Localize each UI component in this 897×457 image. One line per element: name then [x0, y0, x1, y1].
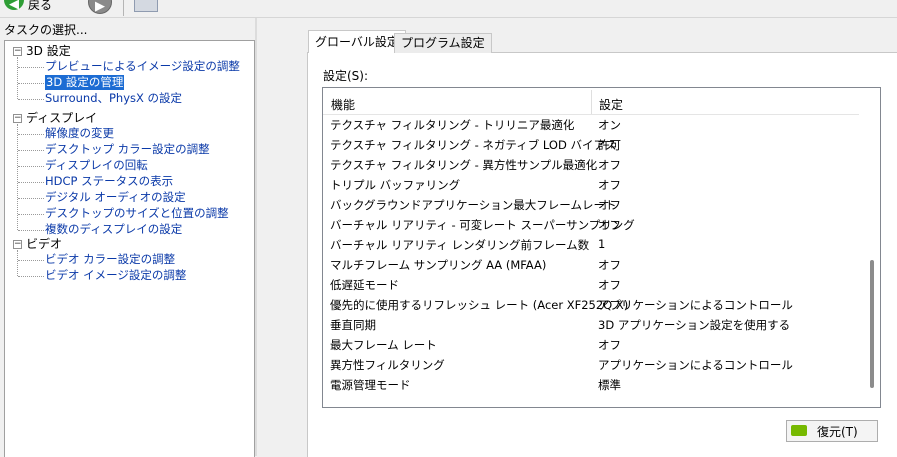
- back-button-label[interactable]: 戻る: [28, 0, 52, 13]
- settings-row[interactable]: 電源管理モード 標準: [323, 375, 859, 395]
- feature-cell: テクスチャ フィルタリング - 異方性サンプル最適化: [330, 158, 598, 172]
- task-select-title: タスクの選択...: [4, 23, 88, 37]
- tree-connector: [18, 150, 44, 151]
- tree-connector: [18, 260, 44, 261]
- tree-connector: [18, 214, 44, 215]
- setting-value-cell[interactable]: オフ: [598, 257, 621, 273]
- feature-cell: 優先的に使用するリフレッシュ レート (Acer XF252Q X): [330, 298, 629, 312]
- restore-button-label: 復元(T): [817, 425, 858, 439]
- setting-value-cell[interactable]: アプリケーションによるコントロール: [598, 357, 793, 373]
- feature-cell: テクスチャ フィルタリング - ネガティブ LOD バイアス: [330, 138, 617, 152]
- tree-expander-icon[interactable]: −: [13, 47, 22, 56]
- feature-cell: バックグラウンドアプリケーション最大フレームレート: [330, 198, 617, 212]
- scrollbar-thumb[interactable]: [870, 260, 874, 388]
- setting-value-cell[interactable]: オフ: [598, 337, 621, 353]
- settings-row[interactable]: テクスチャ フィルタリング - トリリニア最適化 オン: [323, 115, 859, 135]
- toolbar-separator: [123, 0, 124, 16]
- tree-category[interactable]: 3D 設定: [26, 43, 71, 59]
- tree-connector: [18, 182, 44, 183]
- tree-connector: [17, 57, 18, 99]
- tree-connector: [17, 250, 18, 276]
- settings-row[interactable]: マルチフレーム サンプリング AA (MFAA) オフ: [323, 255, 859, 275]
- settings-row[interactable]: 最大フレーム レート オフ: [323, 335, 859, 355]
- settings-row[interactable]: テクスチャ フィルタリング - 異方性サンプル最適化 オフ: [323, 155, 859, 175]
- tree-connector: [18, 83, 44, 84]
- tree-item[interactable]: HDCP ステータスの表示: [45, 174, 173, 189]
- tree-connector: [18, 67, 44, 68]
- setting-value-cell[interactable]: オン: [598, 117, 621, 133]
- feature-cell: 最大フレーム レート: [330, 338, 437, 352]
- setting-value-cell[interactable]: アプリケーションによるコントロール: [598, 297, 793, 313]
- settings-row[interactable]: テクスチャ フィルタリング - ネガティブ LOD バイアス 許可: [323, 135, 859, 155]
- column-header-setting[interactable]: 設定: [599, 96, 623, 113]
- settings-row[interactable]: 低遅延モード オフ: [323, 275, 859, 295]
- tab-program-settings[interactable]: プログラム設定: [394, 33, 492, 53]
- setting-value-cell[interactable]: オフ: [598, 157, 621, 173]
- tree-item[interactable]: ビデオ イメージ設定の調整: [45, 268, 186, 283]
- tree-item[interactable]: 解像度の変更: [45, 126, 114, 141]
- tree-item[interactable]: ビデオ カラー設定の調整: [45, 252, 175, 267]
- settings-row[interactable]: バーチャル リアリティ - 可変レート スーパーサンプリング オフ: [323, 215, 859, 235]
- tree-item[interactable]: ディスプレイの回転: [45, 158, 148, 173]
- settings-list[interactable]: 機能 設定 テクスチャ フィルタリング - トリリニア最適化 オン テクスチャ フィ…: [322, 87, 881, 408]
- splitter[interactable]: [255, 18, 257, 456]
- task-tree: −3D 設定 プレビューによるイメージ設定の調整 3D 設定の管理 Surround、…: [4, 40, 255, 457]
- settings-row[interactable]: 異方性フィルタリング アプリケーションによるコントロール: [323, 355, 859, 375]
- home-icon[interactable]: [134, 0, 158, 12]
- column-header-feature[interactable]: 機能: [331, 96, 355, 113]
- toolbar: ◀ 戻る ▶: [0, 0, 897, 18]
- feature-cell: 電源管理モード: [330, 378, 411, 392]
- tree-category[interactable]: ビデオ: [26, 236, 62, 252]
- setting-value-cell[interactable]: 標準: [598, 377, 621, 393]
- setting-value-cell[interactable]: 3D アプリケーション設定を使用する: [598, 317, 790, 333]
- setting-value-cell[interactable]: 1: [598, 237, 605, 251]
- column-splitter[interactable]: [591, 90, 592, 114]
- tree-expander-icon[interactable]: −: [13, 114, 22, 123]
- feature-cell: 垂直同期: [330, 318, 376, 332]
- setting-value-cell[interactable]: オフ: [598, 177, 621, 193]
- setting-value-cell[interactable]: 許可: [598, 137, 621, 153]
- tree-item[interactable]: プレビューによるイメージ設定の調整: [45, 59, 240, 74]
- tree-connector: [18, 276, 44, 277]
- settings-row[interactable]: トリプル バッファリング オフ: [323, 175, 859, 195]
- tree-connector: [18, 99, 44, 100]
- tree-connector: [18, 198, 44, 199]
- feature-cell: テクスチャ フィルタリング - トリリニア最適化: [330, 118, 575, 132]
- settings-label: 設定(S):: [323, 69, 369, 83]
- tab-global-settings[interactable]: グローバル設定: [308, 30, 406, 53]
- feature-cell: バーチャル リアリティ - 可変レート スーパーサンプリング: [330, 218, 635, 232]
- tree-connector: [18, 134, 44, 135]
- settings-row[interactable]: バックグラウンドアプリケーション最大フレームレート オフ: [323, 195, 859, 215]
- tree-category[interactable]: ディスプレイ: [26, 110, 97, 126]
- setting-value-cell[interactable]: オフ: [598, 197, 621, 213]
- settings-row[interactable]: 垂直同期 3D アプリケーション設定を使用する: [323, 315, 859, 335]
- feature-cell: 低遅延モード: [330, 278, 399, 292]
- restore-button[interactable]: 復元(T): [786, 420, 878, 442]
- settings-row[interactable]: バーチャル リアリティ レンダリング前フレーム数 1: [323, 235, 859, 255]
- back-arrow-icon[interactable]: ◀: [4, 0, 24, 12]
- tree-item[interactable]: デスクトップ カラー設定の調整: [45, 142, 210, 157]
- feature-cell: トリプル バッファリング: [330, 178, 461, 192]
- tree-connector: [18, 166, 44, 167]
- feature-cell: マルチフレーム サンプリング AA (MFAA): [330, 258, 547, 272]
- setting-value-cell[interactable]: オフ: [598, 277, 621, 293]
- nvidia-logo-icon: [791, 425, 807, 436]
- tree-item[interactable]: デジタル オーディオの設定: [45, 190, 186, 205]
- feature-cell: 異方性フィルタリング: [330, 358, 445, 372]
- tree-expander-icon[interactable]: −: [13, 240, 22, 249]
- settings-row[interactable]: 優先的に使用するリフレッシュ レート (Acer XF252Q X) アプリケーシ…: [323, 295, 859, 315]
- forward-arrow-icon[interactable]: ▶: [88, 0, 112, 14]
- tree-item[interactable]: デスクトップのサイズと位置の調整: [45, 206, 229, 221]
- vertical-scrollbar[interactable]: [862, 88, 880, 407]
- tree-item[interactable]: 複数のディスプレイの設定: [45, 222, 182, 237]
- tree-item[interactable]: 3D 設定の管理: [45, 75, 125, 90]
- tree-connector: [18, 230, 44, 231]
- feature-cell: バーチャル リアリティ レンダリング前フレーム数: [330, 238, 590, 252]
- tree-item[interactable]: Surround、PhysX の設定: [45, 91, 182, 106]
- setting-value-cell[interactable]: オフ: [598, 217, 621, 233]
